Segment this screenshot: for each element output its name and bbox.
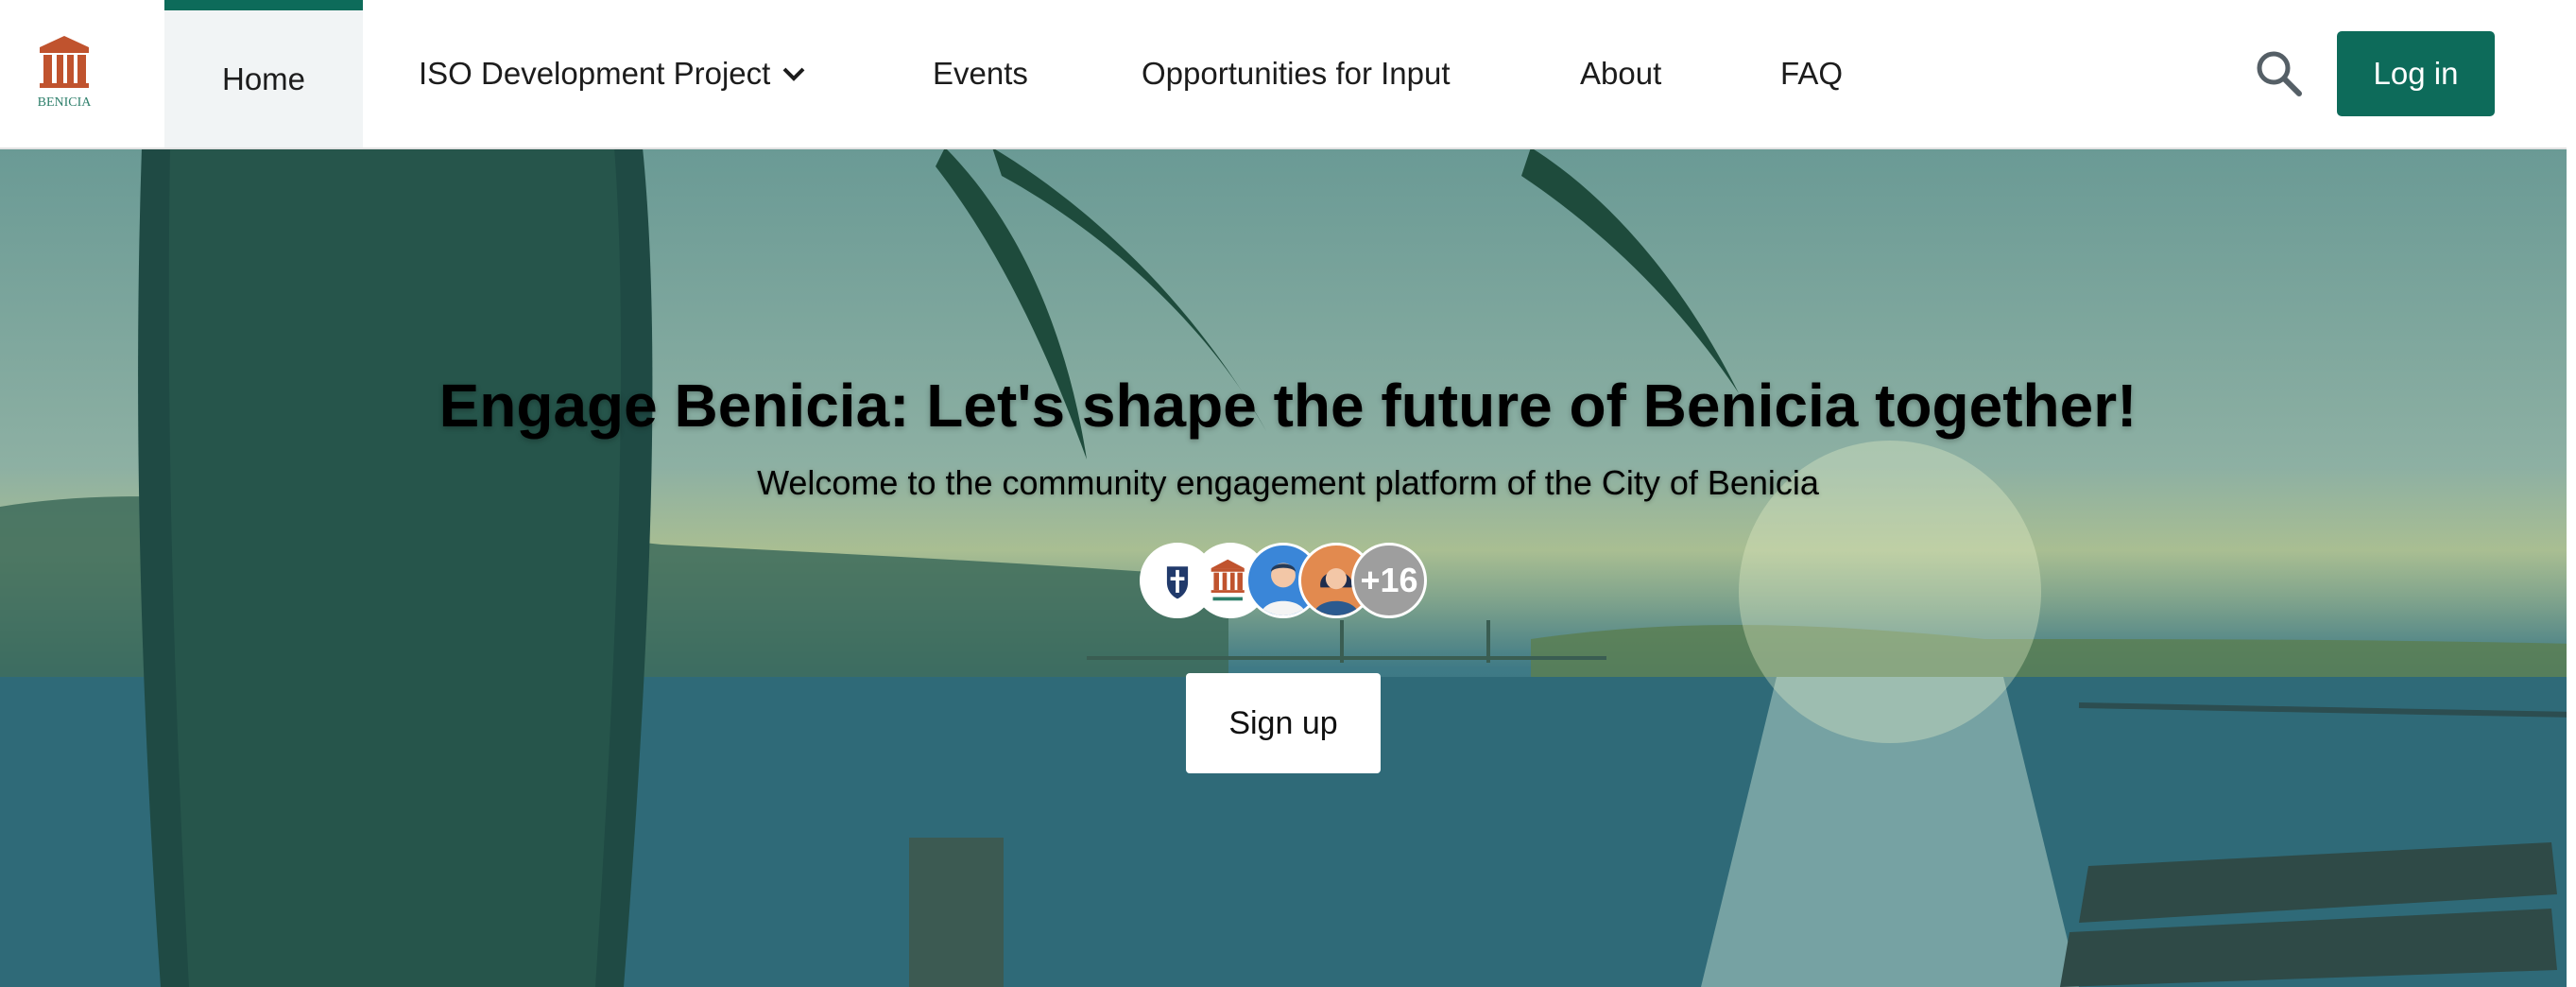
nav-home[interactable]: Home <box>164 0 363 147</box>
nav-home-label: Home <box>221 61 306 96</box>
nav-about-label: About <box>1580 56 1662 91</box>
city-logo[interactable]: BENICIA <box>36 32 93 115</box>
nav-faq[interactable]: FAQ <box>1780 0 1843 147</box>
hero-banner: Engage Benicia: Let's shape the future o… <box>0 147 2576 987</box>
hero-subtitle: Welcome to the community engagement plat… <box>757 463 1819 502</box>
top-navigation: BENICIA Home ISO Development Project Eve… <box>0 0 2576 149</box>
hero-title: Engage Benicia: Let's shape the future o… <box>438 372 2138 440</box>
chevron-down-icon <box>782 67 805 81</box>
nav-faq-label: FAQ <box>1780 56 1844 91</box>
svg-text:BENICIA: BENICIA <box>38 95 93 110</box>
signup-button[interactable]: Sign up <box>1186 673 1381 773</box>
login-button[interactable]: Log in <box>2337 31 2495 116</box>
nav-iso-label: ISO Development Project <box>419 56 771 91</box>
more-participants-count: +16 <box>1351 543 1427 618</box>
nav-events-label: Events <box>933 56 1028 91</box>
search-icon[interactable] <box>2255 49 2304 98</box>
nav-opportunities-label: Opportunities for Input <box>1142 56 1451 91</box>
nav-iso-development-project[interactable]: ISO Development Project <box>419 0 806 147</box>
participant-avatars: +16 <box>1140 543 1442 622</box>
window-edge <box>2567 0 2576 987</box>
nav-about[interactable]: About <box>1580 0 1661 147</box>
nav-events[interactable]: Events <box>933 0 1028 147</box>
nav-opportunities-for-input[interactable]: Opportunities for Input <box>1142 0 1451 147</box>
